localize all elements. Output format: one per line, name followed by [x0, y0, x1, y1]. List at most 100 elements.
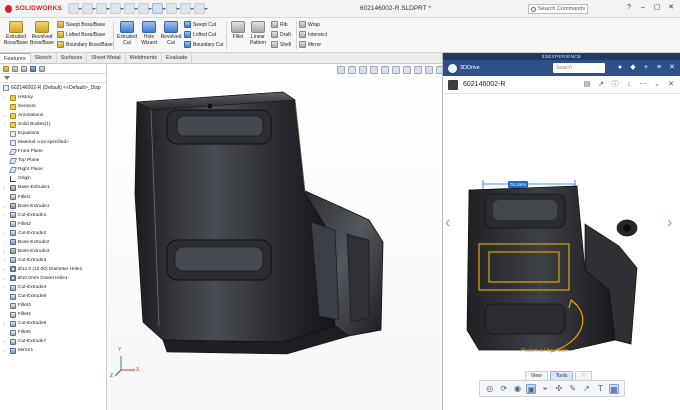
tree-root-node[interactable]: 602146002-R (Default) <<Default>_Disp: [0, 83, 106, 93]
more-options-icon[interactable]: ⋯: [639, 81, 647, 89]
expand-chevron-icon[interactable]: ›: [2, 122, 7, 127]
tree-item[interactable]: Fillet3: [0, 301, 106, 310]
tag-icon[interactable]: ◆: [629, 64, 637, 72]
revolved-cut-button[interactable]: Revolved Cut: [160, 21, 182, 46]
tree-item[interactable]: › Mirror1: [0, 346, 106, 355]
tree-item[interactable]: › Cut-Extrude6: [0, 319, 106, 328]
tree-item[interactable]: › Boss-Extrude2: [0, 238, 106, 247]
tree-item[interactable]: › Cut-Extrude4: [0, 283, 106, 292]
fit-all-icon[interactable]: ◎: [485, 384, 495, 394]
graphics-area[interactable]: Y X Z: [107, 64, 444, 410]
tree-item[interactable]: › Base-Extrude1: [0, 183, 106, 192]
tree-item[interactable]: › Solid Bodies(1): [0, 120, 106, 129]
configuration-manager-icon[interactable]: [21, 65, 27, 72]
rib-button[interactable]: Rib: [271, 21, 288, 28]
open-folder-icon[interactable]: [96, 3, 110, 14]
dimxpert-icon[interactable]: [30, 65, 36, 72]
expand-chevron-icon[interactable]: ›: [2, 95, 7, 100]
expand-chevron-icon[interactable]: ›: [2, 204, 7, 209]
boundary-cut-button[interactable]: Boundary Cut: [184, 41, 224, 48]
undo-icon[interactable]: [138, 3, 152, 14]
chevron-down-icon[interactable]: ⌄: [653, 81, 661, 89]
close-button[interactable]: ✕: [666, 3, 676, 13]
pen-markup-icon[interactable]: ✎: [568, 384, 578, 394]
arrow-markup-icon[interactable]: ↗: [581, 384, 591, 394]
shell-button[interactable]: Shell: [271, 41, 291, 48]
extruded-cut-button[interactable]: Extruded Cut: [116, 21, 138, 46]
tab-evaluate[interactable]: Evaluate: [162, 53, 193, 63]
download-icon[interactable]: ↓: [625, 81, 633, 89]
tree-item[interactable]: › Ø10.0mm Dowel Hole1: [0, 274, 106, 283]
snapshot-icon[interactable]: ▦: [609, 383, 620, 394]
expand-chevron-icon[interactable]: ›: [2, 339, 7, 344]
tree-item[interactable]: Fillet2: [0, 220, 106, 229]
tree-item[interactable]: Origin: [0, 174, 106, 183]
section-icon[interactable]: ▣: [526, 383, 537, 394]
tree-item[interactable]: Equations: [0, 129, 106, 138]
3d-preview-viewport[interactable]: ‹ › 76.2mm Pocket w/ thru hole: [443, 94, 680, 376]
tree-item[interactable]: Right Plane: [0, 165, 106, 174]
expand-chevron-icon[interactable]: ›: [2, 249, 7, 254]
tree-item[interactable]: Fillet5: [0, 328, 106, 337]
info-icon[interactable]: ⓘ: [611, 81, 619, 89]
expand-chevron-icon[interactable]: ›: [2, 285, 7, 290]
plus-icon[interactable]: +: [642, 64, 650, 72]
tab-sheet-metal[interactable]: Sheet Metal: [87, 53, 126, 63]
print-icon[interactable]: [124, 3, 138, 14]
text-markup-icon[interactable]: T: [595, 384, 605, 394]
display-manager-icon[interactable]: [39, 65, 45, 72]
options-gear-icon[interactable]: [194, 3, 208, 14]
expand-chevron-icon[interactable]: ›: [2, 258, 7, 263]
panel-search-input[interactable]: Search: [553, 63, 605, 73]
tree-item[interactable]: › Cut-Extrude3: [0, 256, 106, 265]
tree-item[interactable]: › Cut-Extrude7: [0, 337, 106, 346]
tree-item[interactable]: Fillet1: [0, 193, 106, 202]
search-commands-box[interactable]: Search Commands: [528, 4, 588, 14]
tree-item[interactable]: Front Plane: [0, 147, 106, 156]
markup-annotation-text[interactable]: Pocket w/ thru hole: [521, 348, 568, 354]
solidworks-logo[interactable]: SOLIDWORKS: [0, 4, 62, 13]
user-icon[interactable]: ●: [616, 64, 624, 72]
tree-item[interactable]: › Cut-Extrude2: [0, 229, 106, 238]
expand-chevron-icon[interactable]: ›: [2, 213, 7, 218]
expand-chevron-icon[interactable]: ›: [2, 321, 7, 326]
close-panel-icon[interactable]: ✕: [668, 64, 676, 72]
tree-item[interactable]: › Boss-Extrude1: [0, 202, 106, 211]
new-document-icon[interactable]: [82, 3, 96, 14]
swept-cut-button[interactable]: Swept Cut: [184, 21, 216, 28]
save-icon[interactable]: [110, 3, 124, 14]
expand-chevron-icon[interactable]: ›: [2, 276, 7, 281]
lofted-cut-button[interactable]: Lofted Cut: [184, 31, 216, 38]
tree-item[interactable]: › History: [0, 93, 106, 102]
extruded-boss-button[interactable]: Extruded Boss/Base: [3, 21, 29, 46]
wrap-button[interactable]: Wrap: [299, 21, 320, 28]
minimize-button[interactable]: –: [638, 3, 648, 13]
revolved-boss-button[interactable]: Revolved Boss/Base: [29, 21, 55, 46]
tree-item[interactable]: Sensors: [0, 102, 106, 111]
expand-chevron-icon[interactable]: ›: [2, 231, 7, 236]
expand-chevron-icon[interactable]: ›: [2, 185, 7, 190]
hole-wizard-button[interactable]: Hole Wizard: [138, 21, 160, 46]
intersect-button[interactable]: Intersect: [299, 31, 327, 38]
menu-icon[interactable]: ≡: [655, 64, 663, 72]
rebuild-icon[interactable]: [166, 3, 180, 14]
linear-pattern-button[interactable]: Linear Pattern: [247, 21, 269, 46]
explode-icon[interactable]: ✣: [554, 384, 564, 394]
comment-icon[interactable]: ▤: [583, 81, 591, 89]
tree-item[interactable]: Fillet4: [0, 310, 106, 319]
rotate-icon[interactable]: ⟳: [499, 384, 509, 394]
dimension-label[interactable]: 76.2mm: [508, 181, 528, 188]
3dexperience-compass-icon[interactable]: [448, 63, 457, 73]
maximize-button[interactable]: ▢: [652, 3, 662, 13]
share-icon[interactable]: ↗: [597, 81, 605, 89]
tree-item[interactable]: Material <not specified>: [0, 138, 106, 147]
expand-chevron-icon[interactable]: ›: [2, 348, 7, 353]
draft-button[interactable]: Draft: [271, 31, 291, 38]
tree-item[interactable]: Cut-Extrude5: [0, 292, 106, 301]
close-viewer-icon[interactable]: ✕: [667, 81, 675, 89]
help-button[interactable]: ?: [624, 3, 634, 13]
boundary-boss-button[interactable]: Boundary Boss/Base: [57, 41, 113, 48]
visibility-eye-icon[interactable]: ◉: [512, 384, 522, 394]
file-properties-icon[interactable]: [180, 3, 194, 14]
tree-item[interactable]: › Boss-Extrude3: [0, 247, 106, 256]
